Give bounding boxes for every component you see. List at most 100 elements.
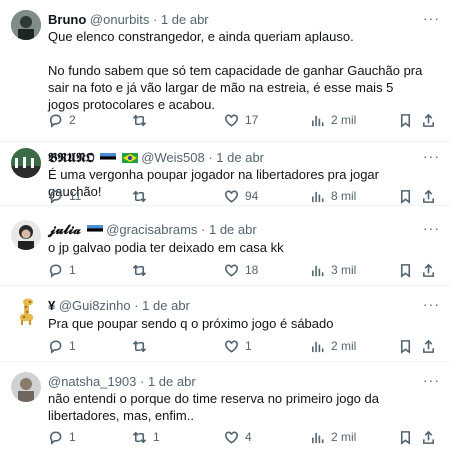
analytics-icon	[312, 191, 324, 202]
views-button[interactable]: 2 mil	[310, 429, 356, 445]
like-button[interactable]: 4	[224, 429, 252, 445]
tweet-text: Que elenco constrangedor, e ainda queria…	[48, 29, 423, 112]
avatar[interactable]	[11, 220, 41, 250]
timestamp[interactable]: · 1 de abr	[153, 12, 209, 27]
handle[interactable]: @Weis508	[141, 150, 205, 165]
like-count: 17	[245, 113, 259, 127]
retweet-button[interactable]	[132, 112, 153, 128]
heart-icon	[225, 114, 238, 127]
avatar-photo-icon	[11, 372, 41, 402]
like-button[interactable]: 18	[224, 262, 258, 278]
bookmark-icon	[400, 430, 411, 445]
analytics-icon	[312, 265, 324, 276]
timestamp[interactable]: · 1 de abr	[201, 222, 257, 237]
flag-brazil-icon	[121, 153, 138, 163]
more-options-button[interactable]: ···	[423, 148, 440, 164]
tweet-header: Bruno @onurbits · 1 de abr	[48, 12, 209, 28]
more-options-button[interactable]: ···	[423, 296, 440, 312]
display-name[interactable]: Bruno	[48, 12, 86, 27]
view-count: 2 mil	[331, 339, 357, 353]
reply-button[interactable]: 1	[48, 338, 76, 354]
timestamp[interactable]: · 1 de abr	[140, 374, 196, 389]
avatar-photo-icon	[11, 220, 41, 250]
reply-count: 11	[69, 189, 82, 203]
bookmark-button[interactable]	[398, 262, 413, 278]
views-button[interactable]: 3 mil	[310, 262, 356, 278]
timestamp[interactable]: · 1 de abr	[134, 298, 190, 313]
views-button[interactable]: 8 mil	[310, 188, 356, 204]
tweet-text: o jp galvao podia ter deixado em casa kk	[48, 240, 284, 255]
flag-estonia-icon	[86, 225, 103, 235]
share-button[interactable]	[421, 262, 436, 278]
avatar-photo-icon	[11, 10, 41, 40]
share-icon	[423, 189, 434, 203]
tweet[interactable]: ¥ @Gui8zinho · 1 de abr ··· Pra que poup…	[0, 286, 450, 362]
reply-icon	[49, 340, 62, 354]
avatar[interactable]	[11, 10, 41, 40]
reply-button[interactable]: 2	[48, 112, 76, 128]
bookmark-button[interactable]	[398, 112, 413, 128]
bookmark-button[interactable]	[398, 338, 413, 354]
like-count: 18	[245, 263, 259, 277]
avatar[interactable]	[11, 148, 41, 178]
views-button[interactable]: 2 mil	[310, 112, 356, 128]
flag-estonia-icon	[99, 153, 116, 163]
like-button[interactable]: 94	[224, 188, 258, 204]
reply-icon	[49, 264, 62, 278]
retweet-button[interactable]	[132, 338, 153, 354]
tweet[interactable]: 𝕭𝕽𝖀𝕹𝕺 @Weis508 · 1 de abr ··· É uma verg…	[0, 142, 450, 206]
handle[interactable]: @onurbits	[90, 12, 149, 27]
bookmark-icon	[400, 263, 411, 278]
tweet-text: não entendi o porque do time reserva no …	[48, 391, 379, 423]
reply-count: 1	[69, 430, 76, 444]
retweet-count: 1	[153, 430, 160, 444]
display-name[interactable]: 𝕭𝕽𝖀𝕹𝕺	[48, 150, 94, 165]
avatar[interactable]	[11, 372, 41, 402]
like-count: 94	[245, 189, 259, 203]
heart-icon	[225, 264, 238, 277]
heart-icon	[225, 431, 238, 444]
share-button[interactable]	[421, 188, 436, 204]
share-button[interactable]	[421, 112, 436, 128]
retweet-icon	[132, 431, 147, 443]
share-button[interactable]	[421, 429, 436, 445]
retweet-button[interactable]: 1	[132, 429, 160, 445]
bookmark-button[interactable]	[398, 429, 413, 445]
reply-button[interactable]: 11	[48, 188, 81, 204]
timestamp[interactable]: · 1 de abr	[208, 150, 264, 165]
like-button[interactable]: 1	[224, 338, 252, 354]
reply-count: 2	[69, 113, 76, 127]
display-name[interactable]: ¥	[48, 298, 55, 313]
bookmark-button[interactable]	[398, 188, 413, 204]
reply-button[interactable]: 1	[48, 429, 76, 445]
share-icon	[423, 263, 434, 277]
avatar[interactable]	[11, 296, 41, 326]
retweet-button[interactable]	[132, 262, 153, 278]
handle[interactable]: @Gui8zinho	[59, 298, 131, 313]
more-options-button[interactable]: ···	[423, 220, 440, 236]
reply-icon	[49, 431, 62, 445]
like-button[interactable]: 17	[224, 112, 258, 128]
tweet-actions: 2 17 2 mil	[48, 112, 440, 128]
more-options-button[interactable]: ···	[423, 372, 440, 388]
share-icon	[423, 339, 434, 353]
handle[interactable]: @natsha_1903	[48, 374, 136, 389]
retweet-icon	[132, 190, 147, 202]
reply-button[interactable]: 1	[48, 262, 76, 278]
tweet[interactable]: 𝓳𝓾𝓵𝓲𝓪 @gracisabrams · 1 de abr ··· o jp …	[0, 206, 450, 286]
tweet[interactable]: Bruno @onurbits · 1 de abr ··· Que elenc…	[0, 0, 450, 142]
handle[interactable]: @gracisabrams	[106, 222, 197, 237]
analytics-icon	[312, 432, 324, 443]
tweet-header: 𝕭𝕽𝖀𝕹𝕺 @Weis508 · 1 de abr	[48, 150, 264, 166]
tweet[interactable]: @natsha_1903 · 1 de abr ··· não entendi …	[0, 362, 450, 459]
retweet-button[interactable]	[132, 188, 153, 204]
share-button[interactable]	[421, 338, 436, 354]
bookmark-icon	[400, 189, 411, 204]
display-name[interactable]: 𝓳𝓾𝓵𝓲𝓪	[48, 222, 81, 237]
views-button[interactable]: 2 mil	[310, 338, 356, 354]
tweet-header: @natsha_1903 · 1 de abr	[48, 374, 196, 390]
reply-count: 1	[69, 339, 76, 353]
more-options-button[interactable]: ···	[423, 10, 440, 26]
retweet-icon	[132, 114, 147, 126]
like-count: 1	[245, 339, 252, 353]
